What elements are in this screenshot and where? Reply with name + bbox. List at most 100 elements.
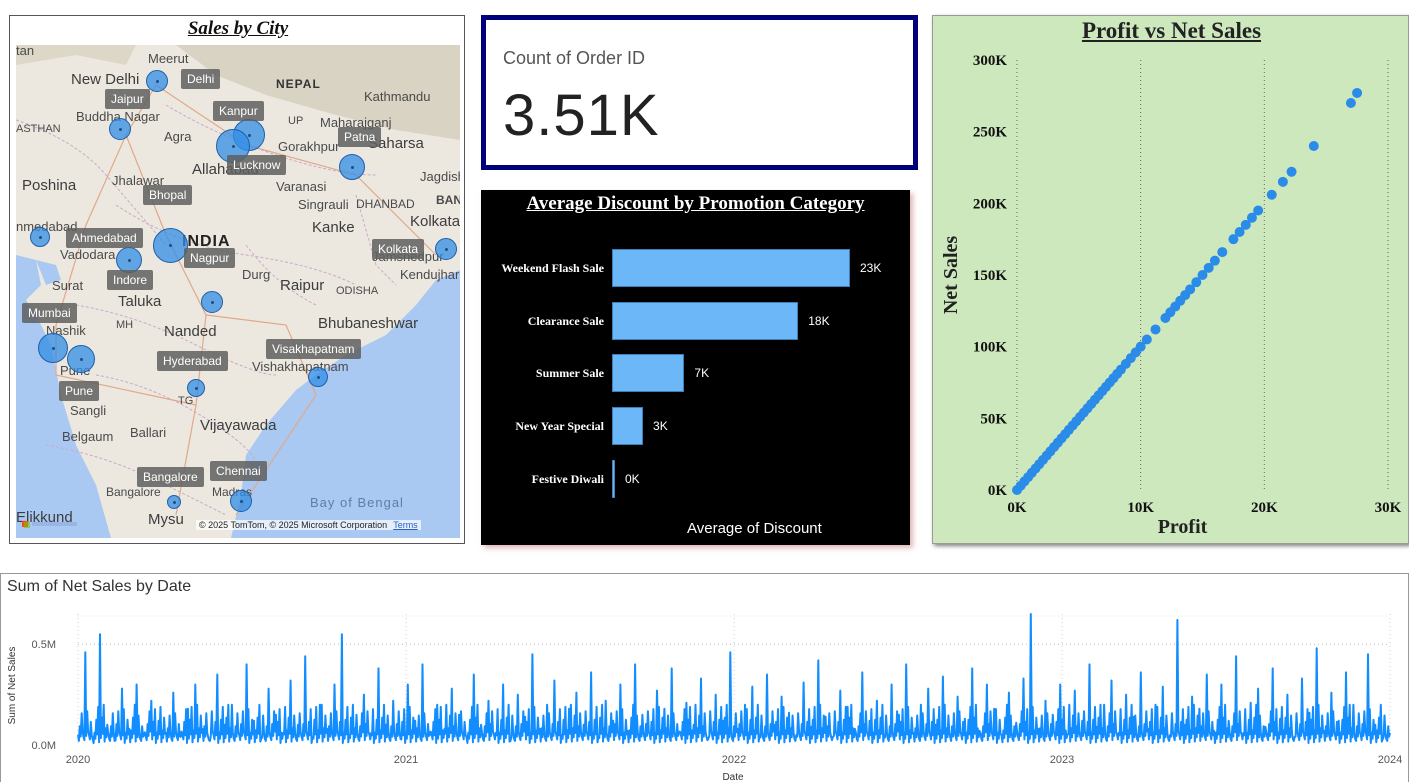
bar[interactable] [612,354,685,392]
bar-category-label: Festive Diwali [531,472,604,486]
x-tick-label: 2023 [1050,754,1074,766]
kpi-value: 3.51K [503,83,660,148]
kpi-card[interactable]: Count of Order ID 3.51K [481,15,918,170]
place-name: Sangli [70,403,107,418]
place-name: New Delhi [71,71,140,88]
place-name: Bangalore [106,485,161,499]
place-name: Raipur [280,277,325,294]
place-name: Bay of Bengal [310,495,404,510]
bar[interactable] [612,249,850,287]
place-name: tan [16,45,35,58]
bar-category-label: Weekend Flash Sale [501,261,604,275]
place-name: Belgaum [62,429,114,444]
place-name: Kanke [312,219,355,236]
place-name: UP [288,115,304,127]
city-label-patna: Patna [338,127,382,147]
scatter-point [1352,87,1363,98]
y-tick-label: 300K [973,53,1008,69]
place-name: Nanded [164,323,217,340]
y-tick-label: 0.0M [32,740,56,752]
place-name: Kolkata [410,213,460,230]
bar[interactable] [612,407,644,445]
map-canvas[interactable]: tan Meerut New Delhi Buddha Nagar Agra N… [16,45,460,538]
city-label-ahmedabad: Ahmedabad [66,228,143,248]
place-name: Bhubaneshwar [318,315,419,332]
kpi-label: Count of Order ID [503,48,646,68]
bar[interactable] [612,460,615,498]
city-bubble[interactable] [30,227,50,247]
place-name: Kendujhar [400,267,460,282]
bing-logo-icon [22,521,77,528]
place-name: Jagdishp [420,169,460,184]
city-label-kolkata: Kolkata [372,239,425,259]
bar[interactable] [612,302,799,340]
place-name: Surat [52,278,84,293]
bar-plot-area: Weekend Flash Sale 23K Clearance Sale 18K Su… [481,190,910,545]
city-bubble[interactable] [38,333,68,363]
place-name: NEPAL [276,77,321,91]
city-bubble[interactable] [201,291,223,313]
city-label-jaipur: Jaipur [105,89,150,109]
y-tick-label: 100K [973,340,1008,356]
city-label-lucknow: Lucknow [227,155,287,175]
city-label-delhi: Delhi [181,69,221,89]
place-name: Gorakhpur [278,139,340,154]
bar-data-label: 7K [694,366,710,380]
place-name: Vijayawada [200,417,277,434]
y-tick-label: 0K [988,483,1008,499]
scatter-point [1277,176,1288,187]
scatter-point [1141,334,1152,345]
city-label-nagpur: Nagpur [184,248,236,268]
bing-logo [22,519,82,531]
net-sales-by-date-line-chart[interactable]: Sum of Net Sales by Date 2020 2021 2022 202… [0,573,1409,783]
city-label-visakhapatnam: Visakhapatnam [266,339,361,359]
bar-data-label: 18K [808,314,830,328]
city-label-chennai: Chennai [210,461,267,481]
place-name: DHANBAD [356,197,415,211]
place-name: Kathmandu [364,89,431,104]
place-name: Poshina [22,177,77,194]
y-axis-title: Net Sales [940,236,962,315]
scatter-point [1345,98,1356,108]
city-label-mumbai: Mumbai [22,303,77,323]
bar-data-label: 23K [860,261,882,275]
profit-vs-net-sales-scatter[interactable]: Profit vs Net Sales 0K 50K 100K 150K 200K 250… [932,15,1409,544]
city-label-hyderabad: Hyderabad [157,351,228,371]
terms-link[interactable]: Terms [393,520,418,530]
scatter-point [1253,205,1264,216]
x-tick-label: 20K [1251,500,1278,516]
city-bubble[interactable] [153,228,188,263]
city-label-pune: Pune [59,381,100,401]
scatter-point [1266,189,1277,200]
x-axis-title: Profit [1158,516,1208,538]
scatter-plot-area: 0K 50K 100K 150K 200K 250K 300K 0K 10K 20K 30K Prof… [940,53,1402,538]
city-bubble[interactable] [109,118,131,140]
place-name: Vadodara [60,247,116,262]
x-tick-label: 2020 [66,754,90,766]
place-name: Varanasi [276,179,327,194]
x-tick-label: 2022 [722,754,746,766]
place-name: Meerut [148,51,189,66]
bar-category-label: New Year Special [515,419,604,433]
discount-bar-chart[interactable]: Average Discount by Promotion Category W… [481,190,910,545]
city-bubble[interactable] [67,345,95,373]
x-tick-label: 2024 [1378,754,1402,766]
city-bubble[interactable] [308,367,328,387]
y-tick-label: 0.5M [32,639,56,651]
place-name: Mysu [148,511,184,528]
sales-by-city-map-visual[interactable]: Sales by City tan Meerut New Delhi Buddh… [9,15,465,544]
city-label-indore: Indore [107,270,154,290]
place-name: TG [178,395,194,407]
place-name: BAN [436,193,460,207]
city-bubble[interactable] [187,379,205,397]
place-name: Durg [242,267,271,282]
city-bubble[interactable] [435,238,457,260]
city-bubble[interactable] [230,490,252,512]
bar-category-label: Summer Sale [535,366,604,380]
city-label-bangalore: Bangalore [137,467,204,487]
y-tick-label: 200K [973,196,1008,212]
bar-category-label: Clearance Sale [527,314,604,328]
city-bubble[interactable] [167,495,181,509]
city-bubble[interactable] [339,154,365,180]
scatter-point [1150,324,1161,335]
